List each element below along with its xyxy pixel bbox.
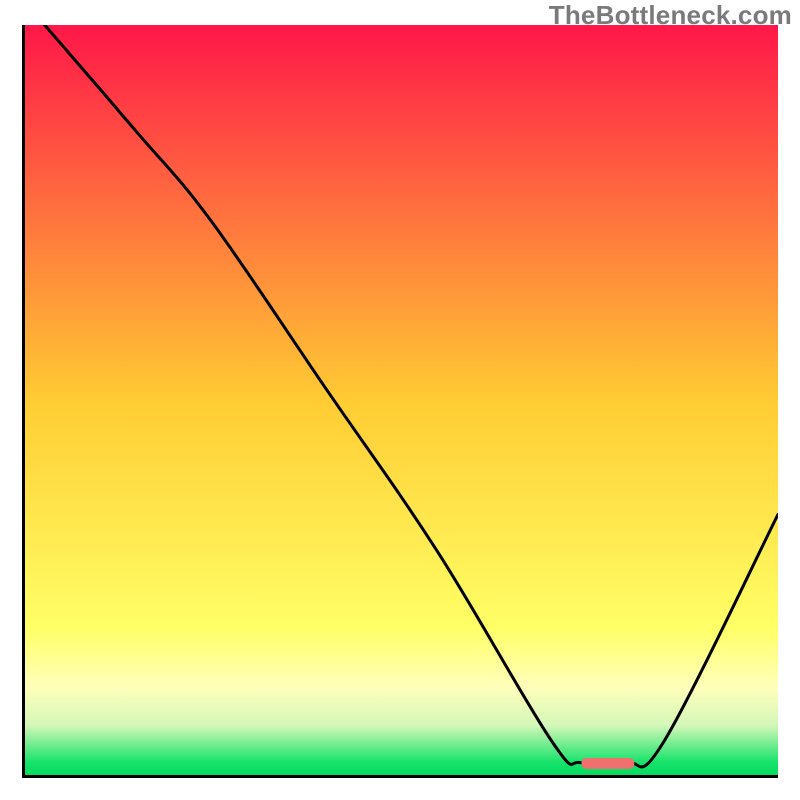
bottleneck-chart <box>22 25 778 778</box>
chart-container: TheBottleneck.com <box>0 0 800 800</box>
chart-background <box>22 25 778 778</box>
optimal-range-marker <box>581 758 634 769</box>
